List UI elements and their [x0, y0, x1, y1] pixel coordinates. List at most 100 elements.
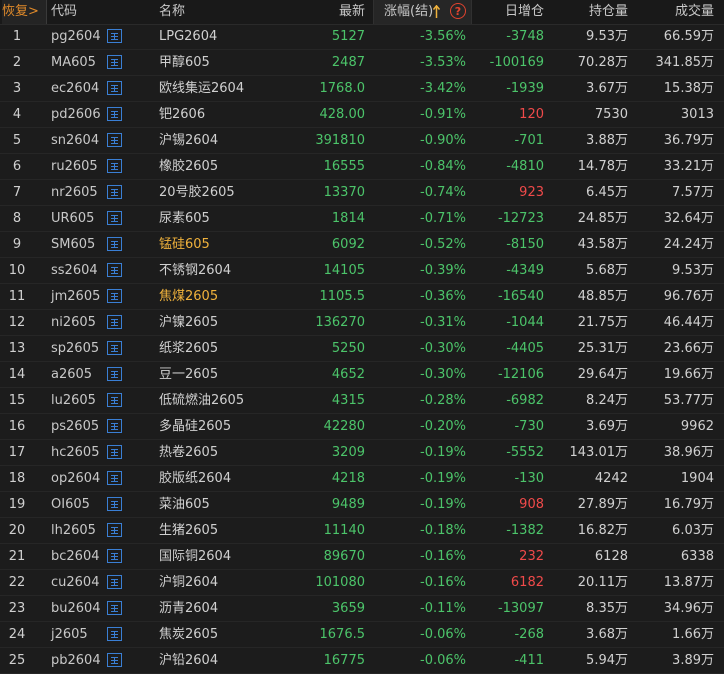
- detail-icon[interactable]: [107, 133, 122, 147]
- contract-code[interactable]: pb2604: [51, 648, 101, 673]
- contract-name[interactable]: 橡胶2605: [159, 154, 218, 179]
- contract-name[interactable]: 国际铜2604: [159, 544, 231, 569]
- contract-name[interactable]: 钯2606: [159, 102, 205, 127]
- contract-code[interactable]: UR605: [51, 206, 94, 231]
- detail-icon[interactable]: [107, 55, 122, 69]
- table-row[interactable]: 14 a2605 豆一2605 4652 -0.30% -12106 29.64万 19.66…: [0, 362, 724, 388]
- table-row[interactable]: 2 MA605 甲醇605 2487 -3.53% -100169 70.28万 341.85…: [0, 50, 724, 76]
- table-row[interactable]: 15 lu2605 低硫燃油2605 4315 -0.28% -6982 8.24万 53.7…: [0, 388, 724, 414]
- detail-icon[interactable]: [107, 263, 122, 277]
- contract-code[interactable]: ni2605: [51, 310, 96, 335]
- contract-name[interactable]: 甲醇605: [159, 50, 210, 75]
- column-header-volume[interactable]: 成交量: [675, 0, 714, 24]
- contract-name[interactable]: 尿素605: [159, 206, 210, 231]
- contract-code[interactable]: lh2605: [51, 518, 96, 543]
- table-row[interactable]: 19 OI605 菜油605 9489 -0.19% 908 27.89万 16.79万: [0, 492, 724, 518]
- detail-icon[interactable]: [107, 497, 122, 511]
- detail-icon[interactable]: [107, 315, 122, 329]
- contract-name[interactable]: 锰硅605: [159, 232, 210, 257]
- table-row[interactable]: 16 ps2605 多晶硅2605 42280 -0.20% -730 3.69万 9962: [0, 414, 724, 440]
- detail-icon[interactable]: [107, 575, 122, 589]
- detail-icon[interactable]: [107, 445, 122, 459]
- column-header-change-pct[interactable]: 涨幅(结) ?: [373, 0, 472, 24]
- table-row[interactable]: 4 pd2606 钯2606 428.00 -0.91% 120 7530 3013: [0, 102, 724, 128]
- contract-name[interactable]: 豆一2605: [159, 362, 218, 387]
- contract-code[interactable]: hc2605: [51, 440, 99, 465]
- column-header-oi-change[interactable]: 日增仓: [505, 0, 544, 24]
- contract-name[interactable]: 生猪2605: [159, 518, 218, 543]
- table-row[interactable]: 12 ni2605 沪镍2605 136270 -0.31% -1044 21.75万 46.…: [0, 310, 724, 336]
- table-row[interactable]: 1 pg2604 LPG2604 5127 -3.56% -3748 9.53万 66.59万: [0, 24, 724, 50]
- restore-button[interactable]: 恢复>: [2, 0, 47, 24]
- table-row[interactable]: 24 j2605 焦炭2605 1676.5 -0.06% -268 3.68万 1.66万: [0, 622, 724, 648]
- contract-code[interactable]: pd2606: [51, 102, 101, 127]
- detail-icon[interactable]: [107, 185, 122, 199]
- table-row[interactable]: 17 hc2605 热卷2605 3209 -0.19% -5552 143.01万 38.9…: [0, 440, 724, 466]
- contract-name[interactable]: 焦煤2605: [159, 284, 218, 309]
- detail-icon[interactable]: [107, 471, 122, 485]
- contract-code[interactable]: ps2605: [51, 414, 99, 439]
- detail-icon[interactable]: [107, 289, 122, 303]
- table-row[interactable]: 9 SM605 锰硅605 6092 -0.52% -8150 43.58万 24.24万: [0, 232, 724, 258]
- contract-name[interactable]: 胶版纸2604: [159, 466, 231, 491]
- contract-name[interactable]: 沥青2604: [159, 596, 218, 621]
- table-row[interactable]: 25 pb2604 沪铅2604 16775 -0.06% -411 5.94万 3.89万: [0, 648, 724, 674]
- detail-icon[interactable]: [107, 653, 122, 667]
- contract-name[interactable]: 沪铅2604: [159, 648, 218, 673]
- contract-code[interactable]: jm2605: [51, 284, 100, 309]
- detail-icon[interactable]: [107, 601, 122, 615]
- detail-icon[interactable]: [107, 237, 122, 251]
- table-row[interactable]: 3 ec2604 欧线集运2604 1768.0 -3.42% -1939 3.67万 15.…: [0, 76, 724, 102]
- detail-icon[interactable]: [107, 211, 122, 225]
- contract-code[interactable]: ss2604: [51, 258, 98, 283]
- table-row[interactable]: 21 bc2604 国际铜2604 89670 -0.16% 232 6128 6338: [0, 544, 724, 570]
- detail-icon[interactable]: [107, 419, 122, 433]
- table-row[interactable]: 10 ss2604 不锈钢2604 14105 -0.39% -4349 5.68万 9.53…: [0, 258, 724, 284]
- table-row[interactable]: 13 sp2605 纸浆2605 5250 -0.30% -4405 25.31万 23.66…: [0, 336, 724, 362]
- contract-code[interactable]: sn2604: [51, 128, 99, 153]
- contract-name[interactable]: 焦炭2605: [159, 622, 218, 647]
- table-row[interactable]: 22 cu2604 沪铜2604 101080 -0.16% 6182 20.11万 13.8…: [0, 570, 724, 596]
- help-icon[interactable]: ?: [450, 3, 466, 19]
- table-row[interactable]: 6 ru2605 橡胶2605 16555 -0.84% -4810 14.78万 33.21…: [0, 154, 724, 180]
- contract-code[interactable]: sp2605: [51, 336, 99, 361]
- detail-icon[interactable]: [107, 523, 122, 537]
- contract-name[interactable]: 热卷2605: [159, 440, 218, 465]
- contract-name[interactable]: 沪锡2604: [159, 128, 218, 153]
- contract-code[interactable]: ru2605: [51, 154, 98, 179]
- contract-code[interactable]: MA605: [51, 50, 96, 75]
- contract-name[interactable]: LPG2604: [159, 24, 217, 49]
- contract-code[interactable]: cu2604: [51, 570, 99, 595]
- contract-code[interactable]: op2604: [51, 466, 100, 491]
- contract-code[interactable]: j2605: [51, 622, 88, 647]
- detail-icon[interactable]: [107, 81, 122, 95]
- contract-name[interactable]: 欧线集运2604: [159, 76, 244, 101]
- contract-code[interactable]: pg2604: [51, 24, 101, 49]
- detail-icon[interactable]: [107, 367, 122, 381]
- table-row[interactable]: 11 jm2605 焦煤2605 1105.5 -0.36% -16540 48.85万 96…: [0, 284, 724, 310]
- column-header-open-interest[interactable]: 持仓量: [589, 0, 628, 24]
- detail-icon[interactable]: [107, 393, 122, 407]
- contract-code[interactable]: bc2604: [51, 544, 99, 569]
- table-row[interactable]: 18 op2604 胶版纸2604 4218 -0.19% -130 4242 1904: [0, 466, 724, 492]
- contract-name[interactable]: 20号胶2605: [159, 180, 235, 205]
- detail-icon[interactable]: [107, 627, 122, 641]
- table-row[interactable]: 8 UR605 尿素605 1814 -0.71% -12723 24.85万 32.64万: [0, 206, 724, 232]
- column-header-name[interactable]: 名称: [159, 0, 185, 24]
- detail-icon[interactable]: [107, 341, 122, 355]
- contract-code[interactable]: lu2605: [51, 388, 96, 413]
- contract-name[interactable]: 沪铜2604: [159, 570, 218, 595]
- detail-icon[interactable]: [107, 159, 122, 173]
- contract-code[interactable]: nr2605: [51, 180, 98, 205]
- contract-code[interactable]: a2605: [51, 362, 92, 387]
- contract-code[interactable]: bu2604: [51, 596, 101, 621]
- table-row[interactable]: 23 bu2604 沥青2604 3659 -0.11% -13097 8.35万 34.96…: [0, 596, 724, 622]
- contract-name[interactable]: 菜油605: [159, 492, 210, 517]
- contract-code[interactable]: SM605: [51, 232, 95, 257]
- detail-icon[interactable]: [107, 549, 122, 563]
- column-header-code[interactable]: 代码: [51, 0, 77, 24]
- contract-name[interactable]: 不锈钢2604: [159, 258, 231, 283]
- contract-name[interactable]: 沪镍2605: [159, 310, 218, 335]
- contract-name[interactable]: 低硫燃油2605: [159, 388, 244, 413]
- table-row[interactable]: 5 sn2604 沪锡2604 391810 -0.90% -701 3.88万 36.79万: [0, 128, 724, 154]
